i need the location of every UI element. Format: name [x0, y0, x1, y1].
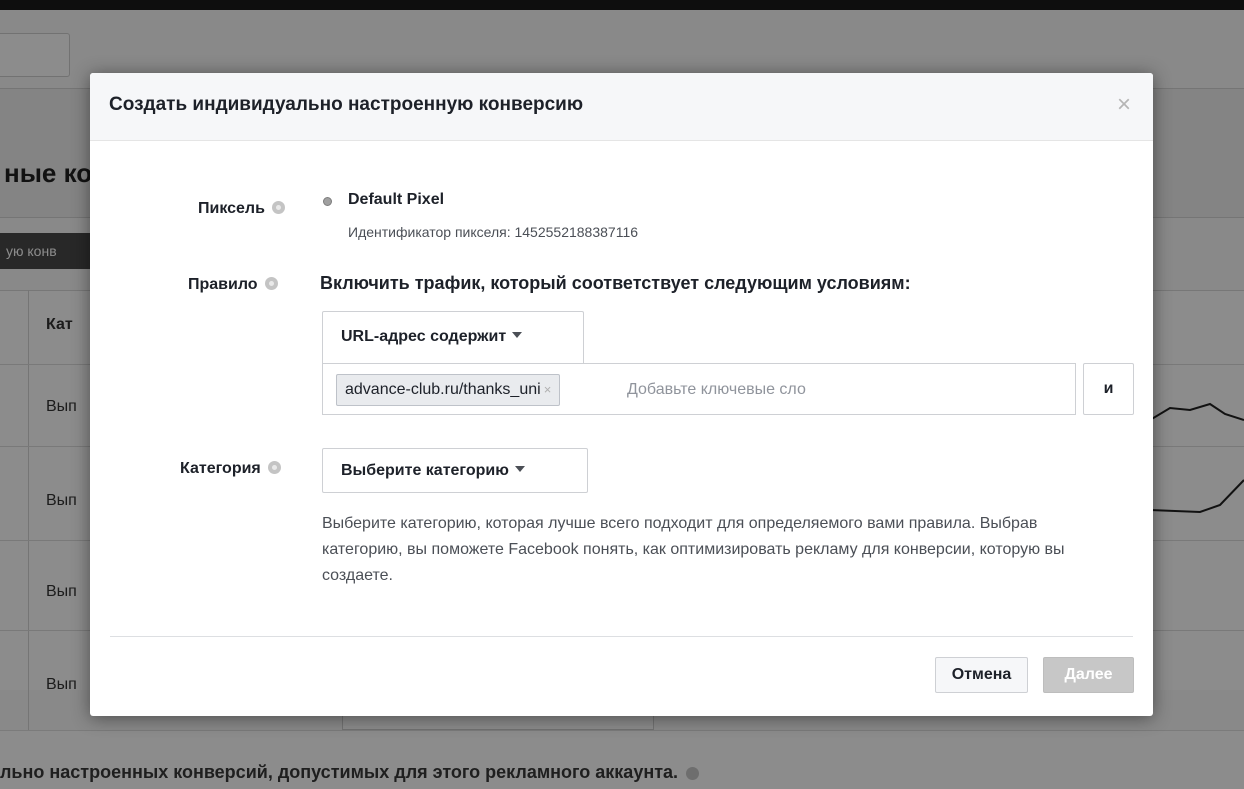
- pixel-label-text: Пиксель: [198, 200, 265, 217]
- caret-down-icon: [512, 332, 523, 338]
- category-label-text: Категория: [180, 460, 261, 477]
- category-dropdown-label: Выберите категорию: [341, 462, 509, 479]
- footer-divider: [110, 636, 1133, 637]
- create-conversion-dialog: Создать индивидуально настроенную конвер…: [90, 73, 1153, 716]
- url-condition-dropdown[interactable]: URL-адрес содержит: [322, 311, 584, 364]
- dialog-header: Создать индивидуально настроенную конвер…: [90, 73, 1153, 141]
- pixel-id: Идентификатор пикселя: 1452552188387116: [348, 224, 639, 240]
- category-description: Выберите категорию, которая лучше всего …: [322, 515, 1065, 584]
- pixel-label: Пиксель: [198, 200, 285, 218]
- and-button[interactable]: и: [1083, 363, 1134, 415]
- help-icon[interactable]: [271, 201, 285, 214]
- category-dropdown[interactable]: Выберите категорию: [322, 448, 588, 493]
- cancel-button[interactable]: Отмена: [935, 657, 1028, 693]
- rule-label-text: Правило: [188, 276, 258, 293]
- keyword-token-text: advance-club.ru/thanks_uni: [345, 381, 541, 398]
- radio-dot-icon[interactable]: [323, 197, 332, 206]
- remove-token-icon[interactable]: ×: [544, 382, 552, 397]
- caret-down-icon: [514, 466, 525, 472]
- next-button[interactable]: Далее: [1043, 657, 1134, 693]
- keyword-token[interactable]: advance-club.ru/thanks_uni ×: [336, 374, 561, 406]
- dialog-title: Создать индивидуально настроенную конвер…: [109, 94, 584, 115]
- close-icon[interactable]: ×: [1117, 93, 1131, 117]
- keyword-input[interactable]: [625, 374, 1055, 406]
- help-icon[interactable]: [267, 461, 281, 474]
- rule-description: Включить трафик, который соответствует с…: [320, 273, 911, 293]
- category-label: Категория: [180, 460, 281, 478]
- url-condition-label: URL-адрес содержит: [341, 328, 507, 345]
- pixel-name: Default Pixel: [348, 191, 445, 208]
- rule-label: Правило: [188, 276, 278, 294]
- keyword-token-field[interactable]: advance-club.ru/thanks_uni ×: [322, 363, 1076, 415]
- help-icon[interactable]: [264, 277, 278, 290]
